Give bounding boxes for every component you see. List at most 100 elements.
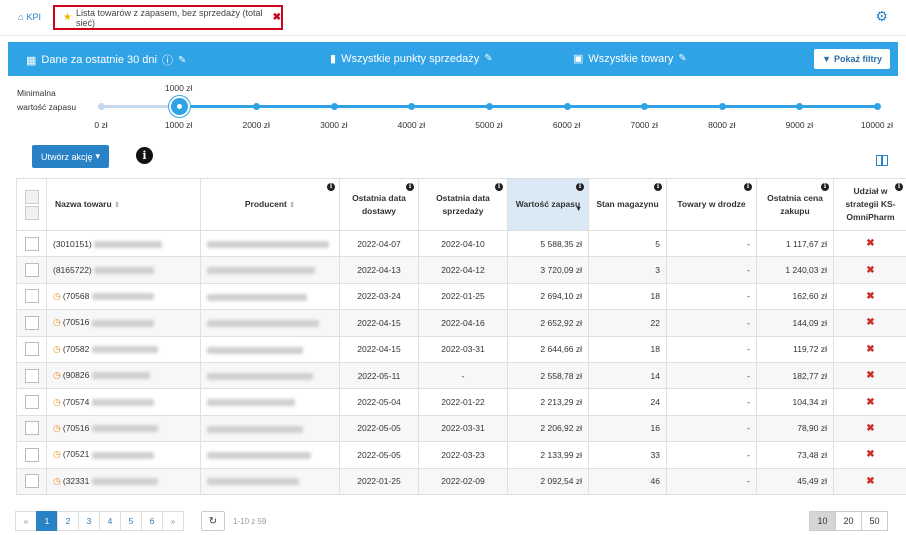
table-row[interactable]: ◷ (70582 2022-04-15 2022-03-31 2 644,66 zł 1… bbox=[16, 335, 906, 363]
stock-qty-cell: 33 bbox=[588, 441, 667, 469]
slider-step-dot[interactable] bbox=[641, 103, 649, 110]
last-delivery-cell: 2022-04-15 bbox=[339, 309, 419, 337]
page-size-10[interactable]: 10 bbox=[809, 511, 836, 531]
page-button-3[interactable]: 3 bbox=[78, 511, 100, 531]
slider-step-dot[interactable] bbox=[874, 103, 881, 110]
page-button-4[interactable]: 4 bbox=[99, 511, 121, 531]
slider-handle[interactable] bbox=[168, 96, 190, 117]
active-report-tab[interactable]: ★ Lista towarów z zapasem, bez sprzedaży… bbox=[53, 5, 283, 30]
last-sale-cell: - bbox=[418, 361, 508, 390]
show-filters-button[interactable]: ▼ Pokaż filtry bbox=[814, 49, 890, 69]
min-stock-value-slider[interactable]: 1000 zł 0 zł 1000 zł 2000 zł 3000 zł 4000 zł… bbox=[94, 83, 893, 130]
info-icon[interactable]: i bbox=[327, 183, 335, 191]
slider-step-dot[interactable] bbox=[330, 103, 338, 110]
row-select-cell[interactable] bbox=[16, 309, 47, 337]
next-page-button[interactable]: » bbox=[162, 511, 184, 531]
row-checkbox[interactable] bbox=[24, 395, 39, 410]
row-checkbox[interactable] bbox=[24, 236, 39, 251]
table-row[interactable]: ◷ (70574 2022-05-04 2022-01-22 2 213,29 zł 2… bbox=[16, 388, 906, 416]
breadcrumb-home[interactable]: ⌂ KPI bbox=[18, 12, 41, 22]
row-checkbox[interactable] bbox=[24, 289, 39, 304]
prev-page-button[interactable]: « bbox=[15, 511, 37, 531]
row-select-cell[interactable] bbox=[16, 335, 47, 363]
table-row[interactable]: ◷ (90826 2022-05-11-2 558,78 zł 14-182,77 … bbox=[16, 361, 906, 390]
row-checkbox[interactable] bbox=[24, 421, 39, 436]
col-header-last-sale[interactable]: Ostatnia data sprzedaży i bbox=[418, 178, 508, 231]
col-header-in-transit[interactable]: Towary w drodze i bbox=[666, 178, 757, 231]
product-name-cell: ◷ (32331 bbox=[46, 467, 201, 495]
info-icon[interactable]: i bbox=[821, 183, 829, 191]
slider-tick-label: 6000 zł bbox=[552, 120, 581, 130]
info-icon[interactable]: i bbox=[576, 183, 584, 191]
col-header-name[interactable]: Nazwa towaru ⇕ bbox=[46, 178, 201, 231]
info-icon[interactable]: i bbox=[495, 183, 503, 191]
producer-cell bbox=[200, 282, 340, 311]
slider-step-dot[interactable] bbox=[796, 103, 804, 110]
page-size-20[interactable]: 20 bbox=[835, 511, 862, 531]
row-checkbox[interactable] bbox=[24, 447, 39, 462]
table-row[interactable]: (3010151) 2022-04-07 2022-04-10 5 588,35 z… bbox=[16, 229, 906, 258]
cross-icon: ✖ bbox=[866, 317, 875, 329]
page-size-50[interactable]: 50 bbox=[861, 511, 888, 531]
slider-step-dot[interactable] bbox=[563, 103, 571, 110]
table-row[interactable]: ◷ (70516 2022-04-15 2022-04-16 2 652,92 zł 2… bbox=[16, 309, 906, 337]
info-icon[interactable]: i bbox=[895, 183, 903, 191]
row-select-cell[interactable] bbox=[16, 361, 47, 390]
col-header-stock-qty[interactable]: Stan magazynu i bbox=[588, 178, 667, 231]
table-row[interactable]: ◷ (32331 2022-01-25 2022-02-09 2 092,54 zł 4… bbox=[16, 467, 906, 495]
slider-step-dot[interactable] bbox=[408, 103, 416, 110]
edit-icon[interactable]: ✎ bbox=[484, 53, 492, 64]
col-header-strategy[interactable]: Udział w strategii KS-OmniPharm i bbox=[833, 178, 906, 231]
row-select-cell[interactable] bbox=[16, 229, 47, 258]
row-checkbox[interactable] bbox=[24, 263, 39, 278]
close-tab-icon[interactable]: ✖ bbox=[273, 12, 281, 23]
products-filter[interactable]: ▣ Wszystkie towary ✎ bbox=[573, 52, 687, 66]
refresh-button[interactable]: ↻ bbox=[201, 511, 225, 531]
strategy-cell: ✖ bbox=[833, 256, 906, 284]
col-header-producer[interactable]: Producent ⇕ i bbox=[200, 178, 340, 231]
info-icon[interactable]: i bbox=[136, 147, 153, 164]
row-checkbox[interactable] bbox=[24, 368, 39, 383]
row-checkbox[interactable] bbox=[24, 342, 39, 357]
table-row[interactable]: ◷ (70516 2022-05-05 2022-03-31 2 206,92 zł 1… bbox=[16, 414, 906, 443]
settings-gear-icon[interactable]: ⚙ bbox=[875, 8, 888, 25]
slider-step-dot[interactable] bbox=[486, 103, 493, 110]
page-button-2[interactable]: 2 bbox=[57, 511, 79, 531]
table-row[interactable]: ◷ (70521 2022-05-05 2022-03-23 2 133,99 zł 3… bbox=[16, 441, 906, 469]
table-row[interactable]: (8165722) 2022-04-13 2022-04-12 3 720,09 z… bbox=[16, 256, 906, 284]
sort-desc-icon: ▼ bbox=[575, 206, 582, 213]
row-select-cell[interactable] bbox=[16, 414, 47, 443]
slider-step-dot[interactable] bbox=[718, 103, 726, 110]
select-all-checkbox-2[interactable] bbox=[24, 205, 39, 220]
row-checkbox[interactable] bbox=[24, 474, 39, 489]
table-row[interactable]: ◷ (70568 2022-03-24 2022-01-25 2 694,10 zł 1… bbox=[16, 282, 906, 311]
info-icon[interactable]: i bbox=[654, 183, 662, 191]
redacted-text bbox=[207, 425, 303, 433]
select-all-checkbox[interactable] bbox=[24, 189, 39, 204]
slider-step-dot[interactable] bbox=[253, 103, 261, 110]
stock-value-cell: 2 652,92 zł bbox=[507, 309, 589, 337]
select-all-header[interactable] bbox=[16, 178, 47, 231]
columns-icon[interactable] bbox=[876, 155, 888, 166]
points-filter[interactable]: ▮ Wszystkie punkty sprzedaży ✎ bbox=[330, 52, 493, 66]
col-header-stock-value[interactable]: Wartość zapasu ▼ i bbox=[507, 178, 589, 231]
slider-step-dot[interactable] bbox=[98, 103, 105, 110]
edit-icon[interactable]: ✎ bbox=[678, 53, 686, 64]
col-header-last-delivery[interactable]: Ostatnia data dostawy i bbox=[339, 178, 419, 231]
create-action-button[interactable]: Utwórz akcję ▾ bbox=[32, 145, 109, 168]
col-header-last-price[interactable]: Ostatnia cena zakupu i bbox=[756, 178, 834, 231]
row-select-cell[interactable] bbox=[16, 441, 47, 469]
row-select-cell[interactable] bbox=[16, 282, 47, 311]
row-select-cell[interactable] bbox=[16, 256, 47, 284]
row-select-cell[interactable] bbox=[16, 467, 47, 495]
page-button-6[interactable]: 6 bbox=[141, 511, 163, 531]
page-button-1[interactable]: 1 bbox=[36, 511, 58, 531]
page-button-5[interactable]: 5 bbox=[120, 511, 142, 531]
info-icon[interactable]: i bbox=[744, 183, 752, 191]
period-filter[interactable]: ▦ Dane za ostatnie 30 dni ⓘ ✎ bbox=[26, 52, 186, 68]
edit-icon[interactable]: ✎ bbox=[178, 55, 186, 66]
row-select-cell[interactable] bbox=[16, 388, 47, 416]
products-filter-label: Wszystkie towary bbox=[588, 52, 674, 65]
row-checkbox[interactable] bbox=[24, 315, 39, 330]
info-icon[interactable]: i bbox=[406, 183, 414, 191]
